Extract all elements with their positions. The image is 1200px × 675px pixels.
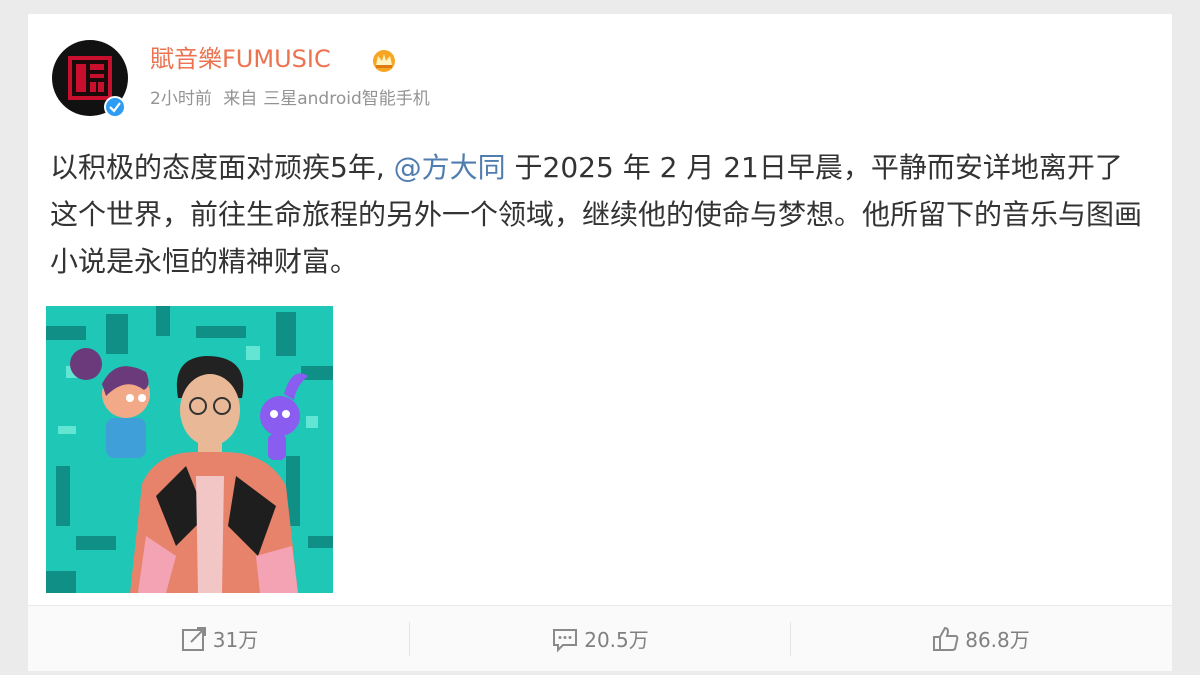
comment-count: 20.5万	[584, 628, 649, 652]
mention-link[interactable]: @方大同	[394, 151, 506, 184]
action-bar: 31万 20.5万 86.8万	[28, 605, 1172, 671]
forward-count: 31万	[212, 628, 259, 652]
seal-logo-icon	[68, 56, 112, 100]
comment-button[interactable]: 20.5万	[409, 606, 790, 671]
post-image[interactable]	[46, 306, 333, 593]
post-source[interactable]: 三星android智能手机	[263, 89, 430, 109]
post-time[interactable]: 2小时前	[150, 89, 212, 109]
source-prefix: 来自	[223, 89, 258, 109]
forward-button[interactable]: 31万	[28, 606, 409, 671]
share-icon	[181, 626, 206, 651]
post-meta: 2小时前 来自 三星android智能手机	[150, 88, 436, 110]
thumbs-up-icon	[933, 626, 959, 651]
verified-badge-icon	[104, 96, 126, 118]
post-text-part1: 以积极的态度面对顽疾5年,	[50, 151, 394, 184]
crown-icon[interactable]	[370, 47, 398, 73]
like-count: 86.8万	[965, 628, 1030, 652]
weibo-post-card: 賦音樂FUMUSIC 2小时前 来自 三星android智能手机 以积极的态度面对…	[28, 14, 1172, 671]
post-image-illustration	[46, 306, 333, 593]
post-text: 以积极的态度面对顽疾5年, @方大同 于2025 年 2 月 21日早晨，平静而…	[50, 144, 1150, 285]
like-button[interactable]: 86.8万	[790, 606, 1171, 671]
comment-icon	[553, 628, 578, 652]
username-link[interactable]: 賦音樂FUMUSIC	[150, 44, 331, 74]
